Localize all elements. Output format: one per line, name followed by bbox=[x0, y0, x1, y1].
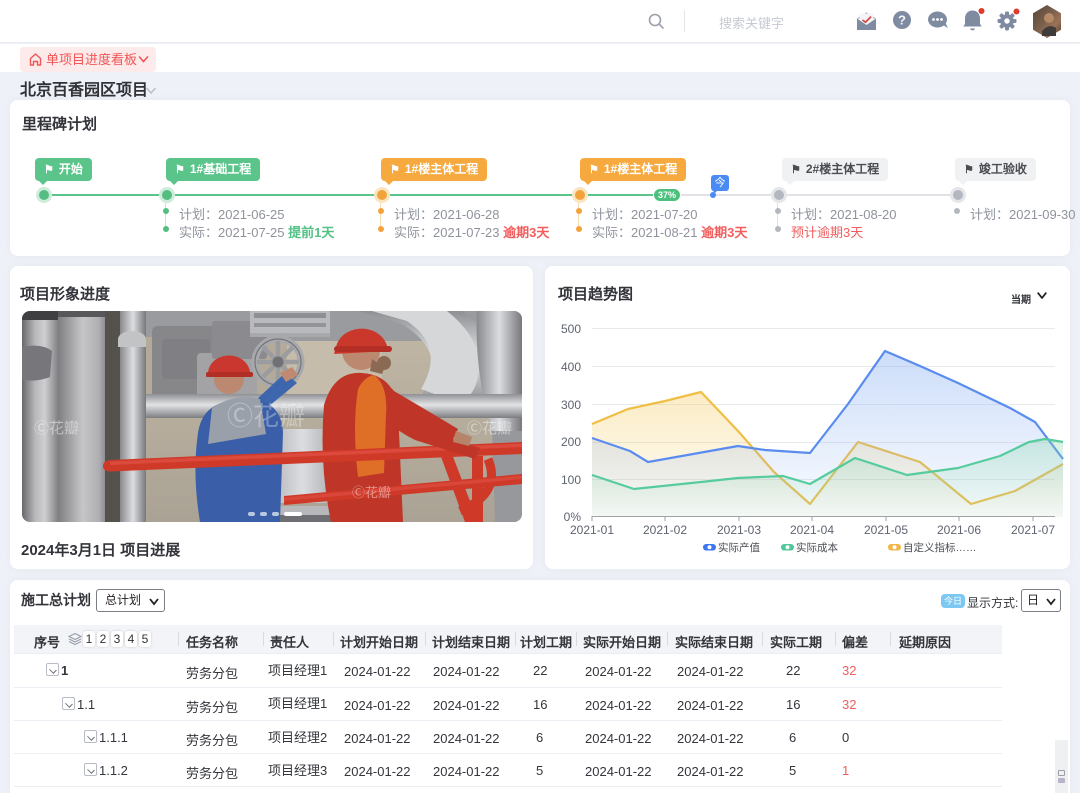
svg-text:0%: 0% bbox=[564, 510, 582, 524]
svg-text:100: 100 bbox=[561, 473, 581, 487]
svg-text:?: ? bbox=[898, 13, 906, 28]
svg-text:Ⓒ花瓣: Ⓒ花瓣 bbox=[227, 401, 305, 431]
svg-text:Ⓒ花瓣: Ⓒ花瓣 bbox=[352, 485, 391, 500]
svg-text:2021-06: 2021-06 bbox=[937, 523, 981, 537]
svg-text:实际成本: 实际成本 bbox=[796, 541, 838, 554]
svg-text:2021-07: 2021-07 bbox=[1011, 523, 1055, 537]
svg-text:Ⓒ花瓣: Ⓒ花瓣 bbox=[467, 420, 512, 437]
svg-text:2021-03: 2021-03 bbox=[717, 523, 761, 537]
svg-text:300: 300 bbox=[561, 398, 581, 412]
svg-text:Ⓒ花瓣: Ⓒ花瓣 bbox=[34, 420, 79, 437]
svg-text:200: 200 bbox=[561, 435, 581, 449]
svg-text:2021-04: 2021-04 bbox=[790, 523, 834, 537]
svg-text:实际产值: 实际产值 bbox=[718, 541, 760, 554]
svg-text:2021-01: 2021-01 bbox=[570, 523, 614, 537]
svg-text:2021-02: 2021-02 bbox=[643, 523, 687, 537]
svg-text:400: 400 bbox=[561, 360, 581, 374]
svg-text:2021-05: 2021-05 bbox=[864, 523, 908, 537]
svg-text:自定义指标……: 自定义指标…… bbox=[903, 541, 977, 554]
svg-text:500: 500 bbox=[561, 322, 581, 336]
